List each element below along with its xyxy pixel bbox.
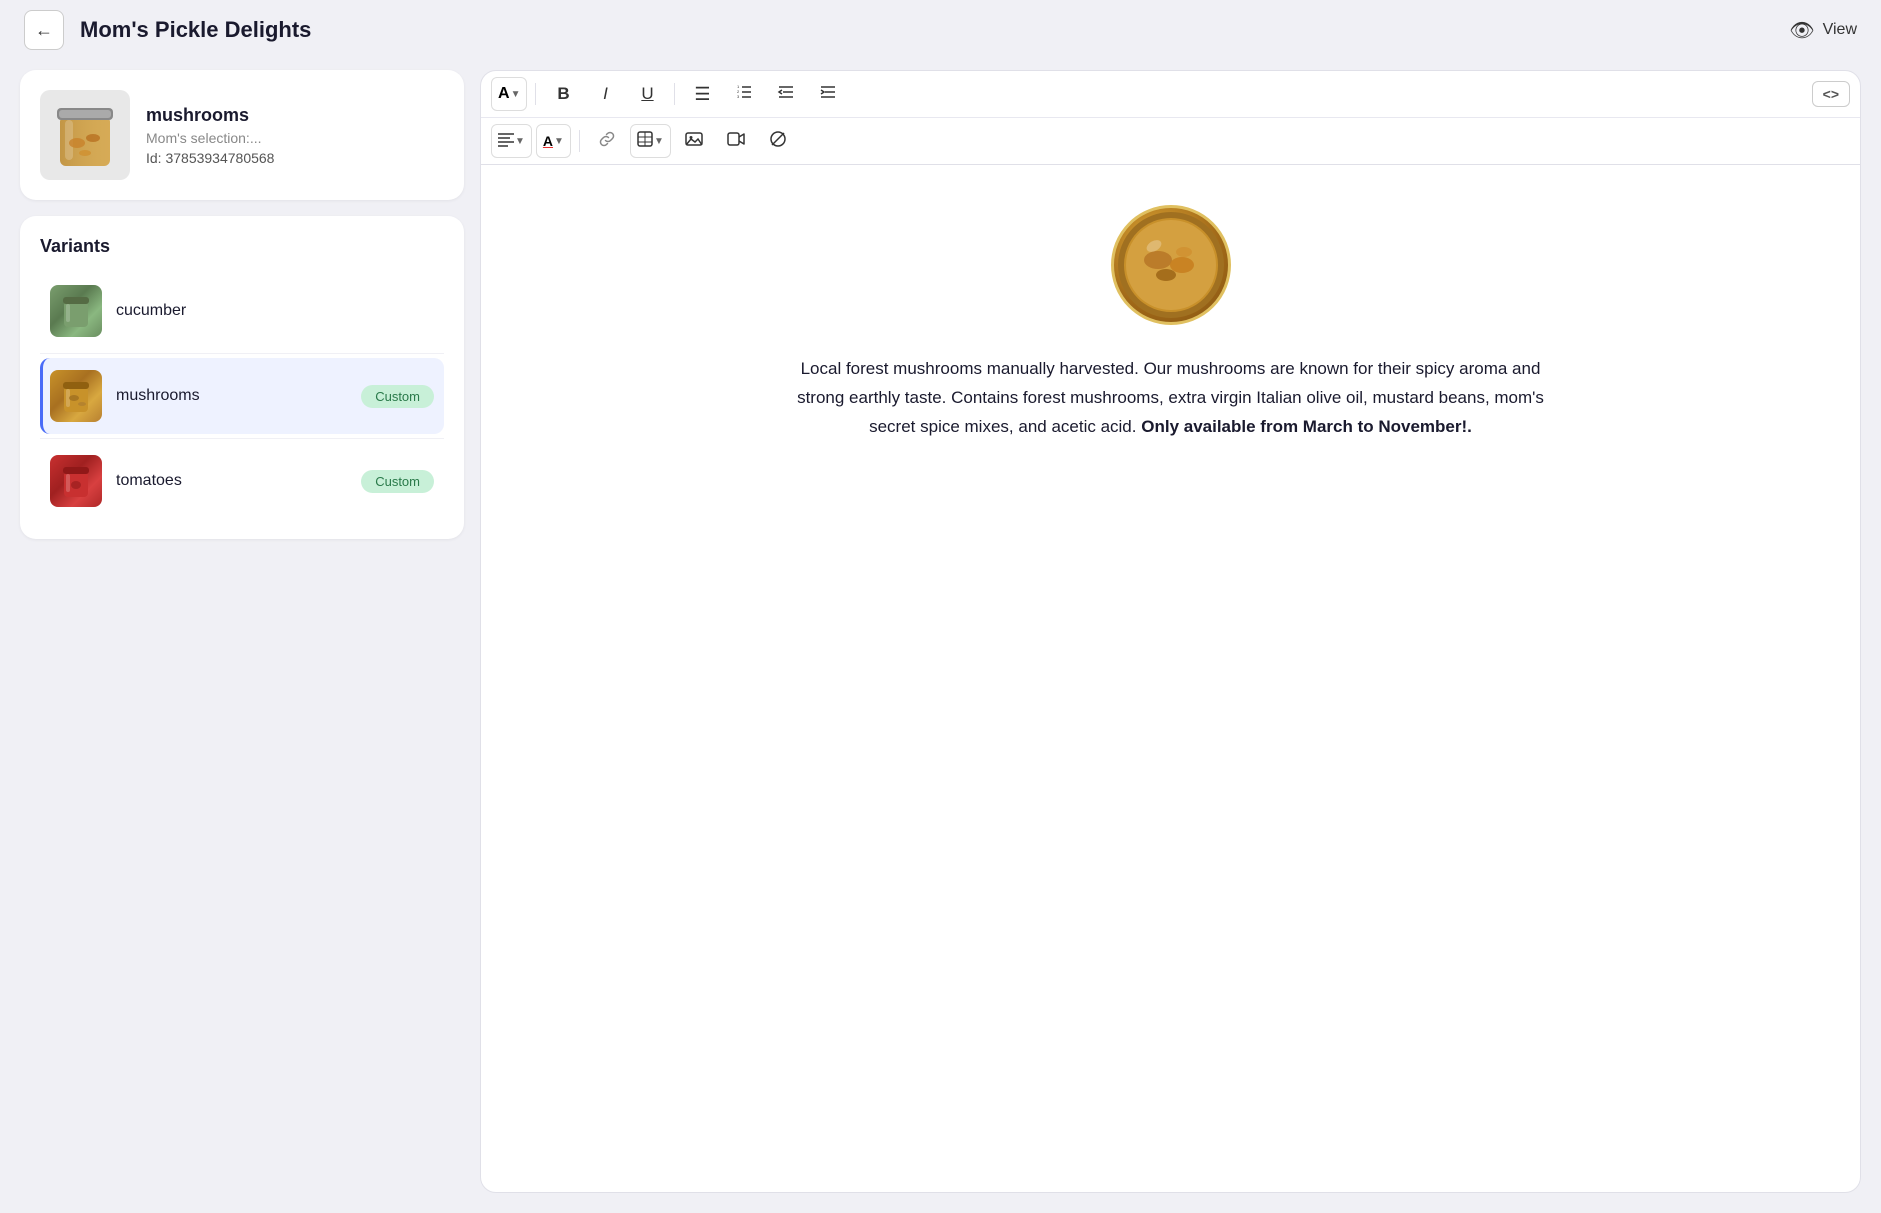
variants-card: Variants cucumber: [20, 216, 464, 539]
video-icon: [727, 130, 745, 153]
cucumber-jar-icon: [56, 291, 96, 331]
product-name: mushrooms: [146, 105, 274, 126]
mushroom-jar-icon: [56, 376, 96, 416]
unordered-list-button[interactable]: ☰: [683, 77, 721, 111]
variant-name-tomatoes: tomatoes: [116, 472, 347, 490]
toolbar-row-2: ▼ A ▼: [481, 118, 1860, 164]
variant-item-tomatoes[interactable]: tomatoes Custom: [40, 443, 444, 519]
product-image: [45, 98, 125, 173]
block-icon: [769, 130, 787, 153]
editor-product-image: [1111, 205, 1231, 325]
table-arrow-icon: ▼: [654, 136, 664, 147]
underline-icon: U: [641, 84, 653, 104]
indent-icon: [819, 83, 837, 106]
indent-button[interactable]: [809, 77, 847, 111]
variant-name-mushrooms: mushrooms: [116, 387, 347, 405]
variant-thumb-mushrooms: [50, 370, 102, 422]
product-info: mushrooms Mom's selection:... Id: 378539…: [146, 105, 274, 166]
table-icon: [637, 131, 653, 151]
align-icon: [498, 131, 514, 151]
svg-text:3: 3: [737, 94, 740, 99]
table-button[interactable]: ▼: [630, 124, 671, 158]
align-arrow-icon: ▼: [515, 136, 525, 147]
editor-content: Local forest mushrooms manually harveste…: [481, 165, 1860, 1192]
toolbar-row-1: A ▼ B I U ☰: [481, 71, 1860, 118]
ol-icon: 123: [735, 83, 753, 106]
product-id: Id: 37853934780568: [146, 150, 274, 166]
view-button[interactable]: 👁 View: [1789, 18, 1857, 43]
editor-toolbar: A ▼ B I U ☰: [481, 71, 1860, 165]
color-arrow-icon: ▼: [554, 136, 564, 147]
italic-icon: I: [603, 84, 608, 104]
eye-icon: 👁: [1789, 18, 1814, 43]
font-size-button[interactable]: A ▼: [491, 77, 527, 111]
content-area: A ▼ B I U ☰: [480, 70, 1861, 1193]
align-button[interactable]: ▼: [491, 124, 532, 158]
image-button[interactable]: [675, 124, 713, 158]
variant-name-cucumber: cucumber: [116, 302, 434, 320]
main-layout: mushrooms Mom's selection:... Id: 378539…: [0, 60, 1881, 1213]
divider-1: [40, 353, 444, 354]
back-button[interactable]: ←: [24, 10, 64, 50]
variant-thumb-cucumber: [50, 285, 102, 337]
link-button[interactable]: [588, 124, 626, 158]
ordered-list-button[interactable]: 123: [725, 77, 763, 111]
font-arrow-icon: ▼: [511, 89, 521, 100]
underline-button[interactable]: U: [628, 77, 666, 111]
text-color-button[interactable]: A ▼: [536, 124, 571, 158]
ul-icon: ☰: [694, 84, 710, 105]
separator-2: [674, 83, 675, 105]
variant-badge-tomatoes: Custom: [361, 470, 434, 493]
product-subtitle: Mom's selection:...: [146, 130, 274, 146]
tomato-jar-icon: [56, 461, 96, 501]
bold-icon: B: [557, 84, 569, 104]
video-button[interactable]: [717, 124, 755, 158]
variant-thumb-tomatoes: [50, 455, 102, 507]
link-icon: [598, 130, 616, 153]
editor-description: Local forest mushrooms manually harveste…: [781, 355, 1561, 442]
variants-title: Variants: [40, 236, 444, 257]
header-left: ← Mom's Pickle Delights: [24, 10, 311, 50]
divider-2: [40, 438, 444, 439]
outdent-icon: [777, 83, 795, 106]
image-icon: [685, 130, 703, 153]
product-card: mushrooms Mom's selection:... Id: 378539…: [20, 70, 464, 200]
page-title: Mom's Pickle Delights: [80, 17, 311, 43]
variant-badge-mushrooms: Custom: [361, 385, 434, 408]
italic-button[interactable]: I: [586, 77, 624, 111]
code-button[interactable]: <>: [1812, 81, 1850, 107]
variant-item-cucumber[interactable]: cucumber: [40, 273, 444, 349]
back-icon: ←: [35, 20, 53, 41]
separator-3: [579, 130, 580, 152]
view-label: View: [1823, 21, 1857, 39]
outdent-button[interactable]: [767, 77, 805, 111]
variant-list: cucumber: [40, 273, 444, 519]
text-color-icon: A: [543, 133, 553, 149]
sidebar: mushrooms Mom's selection:... Id: 378539…: [20, 70, 480, 1193]
separator-1: [535, 83, 536, 105]
block-button[interactable]: [759, 124, 797, 158]
variant-item-mushrooms[interactable]: mushrooms Custom: [40, 358, 444, 434]
font-icon: A: [498, 85, 510, 103]
product-image-box: [40, 90, 130, 180]
bold-button[interactable]: B: [544, 77, 582, 111]
app-header: ← Mom's Pickle Delights 👁 View: [0, 0, 1881, 60]
description-bold-text: Only available from March to November!.: [1141, 417, 1472, 436]
editor-jar-svg: [1116, 210, 1226, 320]
